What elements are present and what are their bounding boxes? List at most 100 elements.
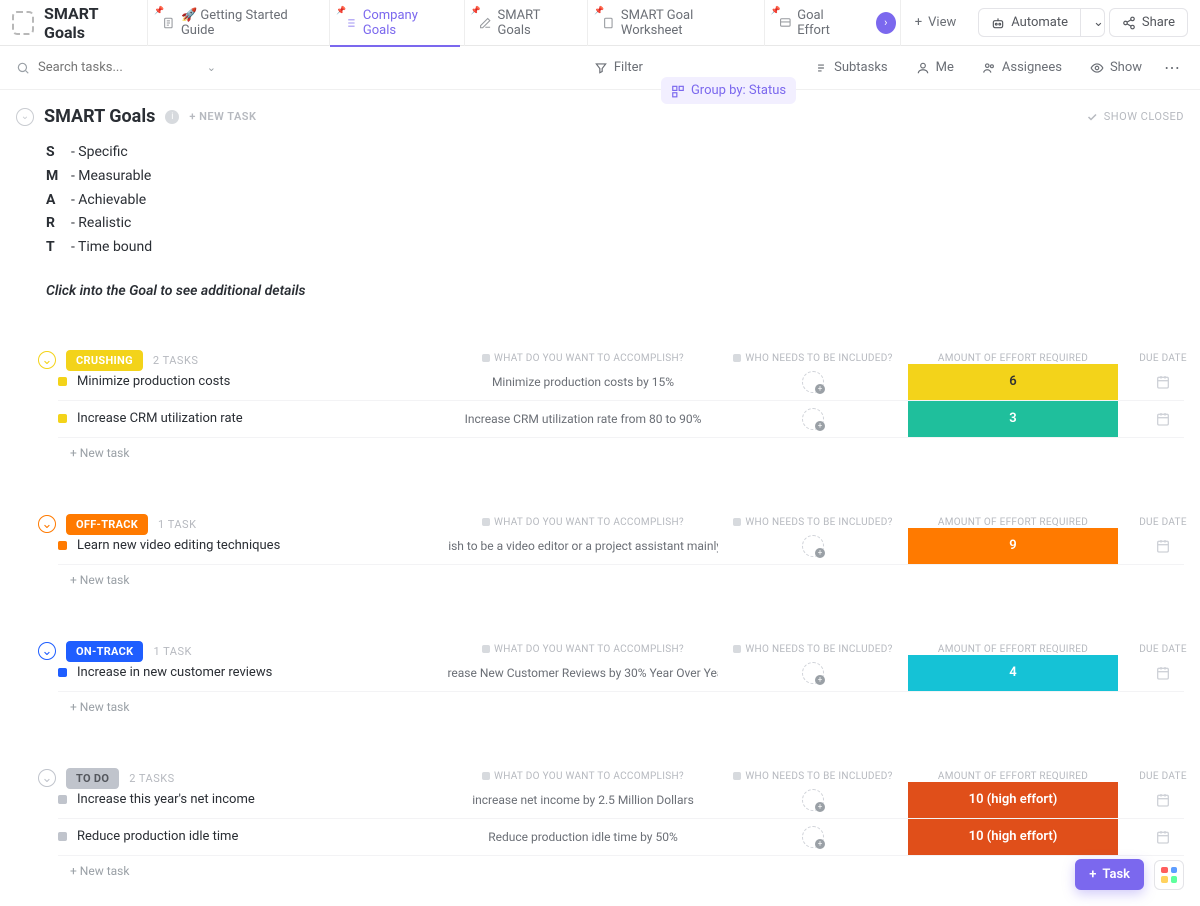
column-headers: WHAT DO YOU WANT TO ACCOMPLISH? WHO NEED…: [38, 517, 1184, 528]
task-row[interactable]: Minimize production costs Minimize produ…: [58, 364, 1184, 401]
subtasks-button[interactable]: Subtasks: [804, 54, 898, 81]
task-assignee[interactable]: [718, 819, 908, 855]
new-task-link[interactable]: + New task: [70, 856, 1184, 886]
smart-line: A - Achievable: [46, 189, 1184, 213]
group-collapse-icon[interactable]: ⌄: [38, 515, 56, 533]
brand: SMART Goals: [12, 4, 143, 42]
task-row[interactable]: Reduce production idle time Reduce produ…: [58, 819, 1184, 856]
subtasks-label: Subtasks: [834, 60, 888, 75]
users-icon: [982, 61, 996, 75]
effort-cell[interactable]: 3: [908, 401, 1118, 437]
tab-label: SMART Goals: [497, 8, 569, 38]
tab-company-goals[interactable]: 📌 Company Goals: [329, 0, 460, 46]
col-accomplish: WHAT DO YOU WANT TO ACCOMPLISH?: [448, 353, 718, 364]
show-button[interactable]: Show: [1080, 54, 1152, 81]
check-icon: [1086, 111, 1098, 123]
new-task-button[interactable]: + NEW TASK: [189, 110, 256, 123]
due-date-cell[interactable]: [1118, 364, 1200, 400]
assignees-button[interactable]: Assignees: [972, 54, 1072, 81]
status-dot-icon: [58, 414, 67, 423]
smart-line: S - Specific: [46, 141, 1184, 165]
task-accomplish: I wish to be a video editor or a project…: [448, 528, 718, 564]
nav-next-icon[interactable]: ›: [876, 12, 896, 34]
chevron-down-icon[interactable]: ⌄: [207, 61, 216, 74]
list-title: SMART Goals: [44, 106, 155, 127]
col-due: DUE DATE: [1118, 353, 1200, 364]
task-row[interactable]: Learn new video editing techniques I wis…: [58, 528, 1184, 565]
eye-icon: [1090, 61, 1104, 75]
new-task-link[interactable]: + New task: [70, 438, 1184, 468]
smart-line: T - Time bound: [46, 236, 1184, 260]
task-row[interactable]: Increase in new customer reviews Increas…: [58, 655, 1184, 692]
doc-icon: [602, 16, 615, 30]
task-name: Increase CRM utilization rate: [58, 401, 448, 437]
group-collapse-icon[interactable]: ⌄: [38, 769, 56, 787]
add-view-button[interactable]: + View: [900, 0, 971, 46]
list-icon: [344, 16, 357, 30]
automate-group: Automate ⌄: [978, 8, 1105, 37]
col-accomplish: WHAT DO YOU WANT TO ACCOMPLISH?: [448, 517, 718, 528]
new-task-fab[interactable]: + Task: [1075, 859, 1144, 890]
automate-button[interactable]: Automate: [979, 9, 1080, 36]
status-dot-icon: [58, 377, 67, 386]
filter-button[interactable]: Filter: [584, 54, 653, 81]
col-who: WHO NEEDS TO BE INCLUDED?: [718, 353, 908, 364]
filter-icon: [594, 61, 608, 75]
add-assignee-icon: [802, 662, 824, 684]
pin-icon: 📌: [771, 6, 777, 12]
task-assignee[interactable]: [718, 655, 908, 691]
new-task-link[interactable]: + New task: [70, 565, 1184, 595]
tab-smart-goals[interactable]: 📌 SMART Goals: [464, 0, 583, 46]
view-label: View: [928, 15, 956, 30]
task-row[interactable]: Increase this year's net income increase…: [58, 782, 1184, 819]
share-button[interactable]: Share: [1109, 8, 1188, 37]
col-effort: AMOUNT OF EFFORT REQUIRED: [908, 353, 1118, 364]
pin-icon: 📌: [336, 6, 342, 12]
groupby-button[interactable]: Group by: Status: [661, 77, 796, 104]
tab-getting-started[interactable]: 📌 🚀 Getting Started Guide: [147, 0, 325, 46]
due-date-cell[interactable]: [1118, 819, 1200, 855]
task-assignee[interactable]: [718, 401, 908, 437]
group-collapse-icon[interactable]: ⌄: [38, 351, 56, 369]
due-date-cell[interactable]: [1118, 528, 1200, 564]
task-assignee[interactable]: [718, 364, 908, 400]
tab-label: 🚀 Getting Started Guide: [181, 8, 311, 38]
list-header: ⌄ SMART Goals i + NEW TASK SHOW CLOSED: [16, 106, 1184, 127]
me-button[interactable]: Me: [906, 54, 964, 81]
task-name: Learn new video editing techniques: [58, 528, 448, 564]
user-icon: [916, 61, 930, 75]
col-due: DUE DATE: [1118, 771, 1200, 782]
effort-cell[interactable]: 10 (high effort): [908, 782, 1118, 818]
col-who: WHO NEEDS TO BE INCLUDED?: [718, 771, 908, 782]
task-assignee[interactable]: [718, 528, 908, 564]
show-closed-button[interactable]: SHOW CLOSED: [1086, 110, 1184, 123]
new-task-link[interactable]: + New task: [70, 692, 1184, 722]
col-accomplish: WHAT DO YOU WANT TO ACCOMPLISH?: [448, 644, 718, 655]
automate-dropdown[interactable]: ⌄: [1080, 9, 1105, 36]
due-date-cell[interactable]: [1118, 782, 1200, 818]
fab: + Task: [1075, 859, 1184, 890]
more-button[interactable]: ⋯: [1160, 54, 1184, 81]
search-input[interactable]: [38, 60, 178, 75]
toolbar: ⌄ Filter Group by: Status Subtasks Me As…: [0, 46, 1200, 90]
due-date-cell[interactable]: [1118, 401, 1200, 437]
effort-cell[interactable]: 4: [908, 655, 1118, 691]
task-row[interactable]: Increase CRM utilization rate Increase C…: [58, 401, 1184, 438]
effort-cell[interactable]: 6: [908, 364, 1118, 400]
effort-cell[interactable]: 9: [908, 528, 1118, 564]
collapse-icon[interactable]: ⌄: [16, 108, 34, 126]
apps-button[interactable]: [1154, 860, 1184, 890]
effort-cell[interactable]: 10 (high effort): [908, 819, 1118, 855]
smart-line: M - Measurable: [46, 165, 1184, 189]
hint: Click into the Goal to see additional de…: [46, 280, 1184, 304]
tab-worksheet[interactable]: 📌 SMART Goal Worksheet: [587, 0, 759, 46]
status-dot-icon: [58, 668, 67, 677]
column-headers: WHAT DO YOU WANT TO ACCOMPLISH? WHO NEED…: [38, 771, 1184, 782]
due-date-cell[interactable]: [1118, 655, 1200, 691]
task-assignee[interactable]: [718, 782, 908, 818]
filter-label: Filter: [614, 60, 643, 75]
tab-goal-effort[interactable]: 📌 Goal Effort: [764, 0, 868, 46]
col-due: DUE DATE: [1118, 517, 1200, 528]
group-collapse-icon[interactable]: ⌄: [38, 642, 56, 660]
info-icon[interactable]: i: [165, 110, 179, 124]
